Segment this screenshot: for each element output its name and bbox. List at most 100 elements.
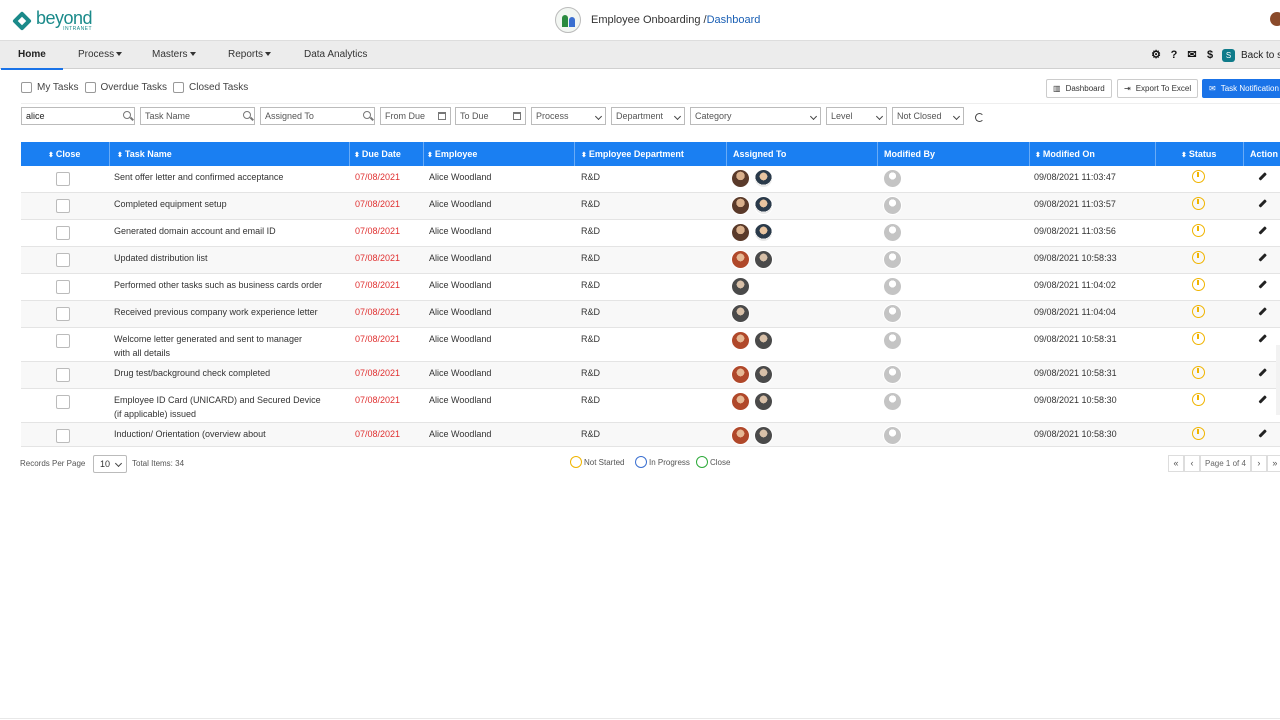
- beyond-intranet-logo[interactable]: beyond INTRANET: [12, 9, 93, 32]
- close-task-checkbox[interactable]: [56, 253, 70, 267]
- assignee-avatar[interactable]: [754, 169, 773, 188]
- table-row[interactable]: Generated domain account and email ID 07/…: [21, 220, 1280, 247]
- department-select[interactable]: Department: [611, 107, 685, 125]
- closed-state-select[interactable]: Not Closed: [892, 107, 964, 125]
- task-name[interactable]: Welcome letter generated and sent to man…: [114, 332, 302, 346]
- category-select[interactable]: Category: [690, 107, 821, 125]
- dashboard-button[interactable]: ▥ Dashboard: [1046, 79, 1112, 98]
- assignee-avatar[interactable]: [731, 392, 750, 411]
- dollar-icon[interactable]: $: [1204, 49, 1216, 61]
- edit-icon[interactable]: [1258, 172, 1267, 181]
- close-task-checkbox[interactable]: [56, 226, 70, 240]
- assigned-to-search-input[interactable]: Assigned To: [260, 107, 375, 125]
- task-name[interactable]: Updated distribution list: [114, 251, 208, 265]
- table-row[interactable]: Induction/ Orientation (overview about 07…: [21, 423, 1280, 447]
- task-name[interactable]: Generated domain account and email ID: [114, 224, 276, 238]
- nav-reports[interactable]: Reports: [228, 41, 272, 69]
- closed-tasks-checkbox[interactable]: [173, 82, 185, 93]
- first-page-icon[interactable]: «: [1168, 455, 1184, 472]
- export-to-excel-button[interactable]: ⇥ Export To Excel: [1117, 79, 1199, 98]
- gear-icon[interactable]: ⚙: [1150, 49, 1162, 61]
- table-row[interactable]: Sent offer letter and confirmed acceptan…: [21, 166, 1280, 193]
- assignee-avatar[interactable]: [731, 250, 750, 269]
- close-task-checkbox[interactable]: [56, 280, 70, 294]
- nav-data-analytics[interactable]: Data Analytics: [304, 41, 367, 69]
- overdue-tasks-checkbox[interactable]: [84, 82, 96, 93]
- help-icon[interactable]: ?: [1168, 49, 1180, 61]
- user-avatar[interactable]: [1270, 12, 1280, 26]
- assignee-avatar[interactable]: [731, 223, 750, 242]
- assignee-avatar[interactable]: [731, 331, 750, 350]
- from-due-date-input[interactable]: From Due: [380, 107, 451, 125]
- task-notification-button[interactable]: ✉ Task Notification: [1202, 79, 1280, 98]
- column-header-status[interactable]: ⬍ Status: [1181, 142, 1216, 166]
- edit-icon[interactable]: [1258, 226, 1267, 235]
- assignee-avatar[interactable]: [731, 277, 750, 296]
- edit-icon[interactable]: [1258, 199, 1267, 208]
- assignee-avatar[interactable]: [754, 331, 773, 350]
- column-header-modified-by[interactable]: Modified By: [884, 142, 935, 166]
- column-header-modified-on[interactable]: ⬍ Modified On: [1035, 142, 1095, 166]
- close-task-checkbox[interactable]: [56, 368, 70, 382]
- nav-home[interactable]: Home: [1, 41, 63, 70]
- column-header-task-name[interactable]: ⬍ Task Name: [117, 142, 172, 166]
- next-page-icon[interactable]: ›: [1250, 455, 1267, 472]
- close-task-checkbox[interactable]: [56, 334, 70, 348]
- table-row[interactable]: Drug test/background check completed 07/0…: [21, 362, 1280, 389]
- assignee-avatar[interactable]: [754, 426, 773, 445]
- task-name[interactable]: Drug test/background check completed: [114, 366, 270, 380]
- edit-icon[interactable]: [1258, 368, 1267, 377]
- task-name[interactable]: Performed other tasks such as business c…: [114, 278, 322, 292]
- close-task-checkbox[interactable]: [56, 199, 70, 213]
- records-per-page-select[interactable]: 10: [93, 455, 127, 473]
- assignee-avatar[interactable]: [731, 196, 750, 215]
- close-task-checkbox[interactable]: [56, 307, 70, 321]
- task-name[interactable]: Induction/ Orientation (overview about: [114, 427, 266, 441]
- process-select[interactable]: Process: [531, 107, 606, 125]
- column-header-close[interactable]: ⬍ Close: [48, 142, 80, 166]
- edit-icon[interactable]: [1258, 253, 1267, 262]
- edit-icon[interactable]: [1258, 307, 1267, 316]
- table-row[interactable]: Employee ID Card (UNICARD) and Secured D…: [21, 389, 1280, 423]
- column-header-assigned-to[interactable]: Assigned To: [733, 142, 786, 166]
- assignee-avatar[interactable]: [731, 169, 750, 188]
- close-task-checkbox[interactable]: [56, 172, 70, 186]
- column-header-employee[interactable]: ⬍ Employee: [427, 142, 477, 166]
- table-row[interactable]: Welcome letter generated and sent to man…: [21, 328, 1280, 362]
- edit-icon[interactable]: [1258, 334, 1267, 343]
- close-task-checkbox[interactable]: [56, 429, 70, 443]
- my-tasks-checkbox[interactable]: [21, 82, 32, 93]
- assignee-avatar[interactable]: [754, 223, 773, 242]
- task-name-search-input[interactable]: Task Name: [140, 107, 255, 125]
- table-row[interactable]: Updated distribution list 07/08/2021 Alice…: [21, 247, 1280, 274]
- table-row[interactable]: Received previous company work experienc…: [21, 301, 1280, 328]
- to-due-date-input[interactable]: To Due: [455, 107, 526, 125]
- column-header-due-date[interactable]: ⬍ Due Date: [354, 142, 401, 166]
- edit-icon[interactable]: [1258, 429, 1267, 438]
- level-select[interactable]: Level: [826, 107, 887, 125]
- back-to-site-link[interactable]: Back to s: [1241, 50, 1280, 61]
- task-name[interactable]: Received previous company work experienc…: [114, 305, 318, 319]
- assignee-avatar[interactable]: [754, 250, 773, 269]
- nav-masters[interactable]: Masters: [152, 41, 196, 69]
- nav-process[interactable]: Process: [78, 41, 123, 69]
- refresh-icon[interactable]: [975, 113, 984, 122]
- column-header-employee-department[interactable]: ⬍ Employee Department: [581, 142, 684, 166]
- assignee-avatar[interactable]: [754, 196, 773, 215]
- employee-search-input[interactable]: alice: [21, 107, 135, 125]
- mail-icon[interactable]: ✉: [1186, 49, 1198, 61]
- assignee-avatar[interactable]: [731, 304, 750, 323]
- table-row[interactable]: Performed other tasks such as business c…: [21, 274, 1280, 301]
- dashboard-breadcrumb-link[interactable]: Dashboard: [707, 14, 761, 26]
- edit-icon[interactable]: [1258, 395, 1267, 404]
- sharepoint-icon[interactable]: S: [1222, 48, 1235, 62]
- assignee-avatar[interactable]: [754, 392, 773, 411]
- edit-icon[interactable]: [1258, 280, 1267, 289]
- table-row[interactable]: Completed equipment setup 07/08/2021 Alice…: [21, 193, 1280, 220]
- previous-page-icon[interactable]: ‹: [1184, 455, 1200, 472]
- assignee-avatar[interactable]: [731, 426, 750, 445]
- task-name[interactable]: Sent offer letter and confirmed acceptan…: [114, 170, 283, 184]
- task-name[interactable]: Employee ID Card (UNICARD) and Secured D…: [114, 393, 321, 407]
- close-task-checkbox[interactable]: [56, 395, 70, 409]
- assignee-avatar[interactable]: [754, 365, 773, 384]
